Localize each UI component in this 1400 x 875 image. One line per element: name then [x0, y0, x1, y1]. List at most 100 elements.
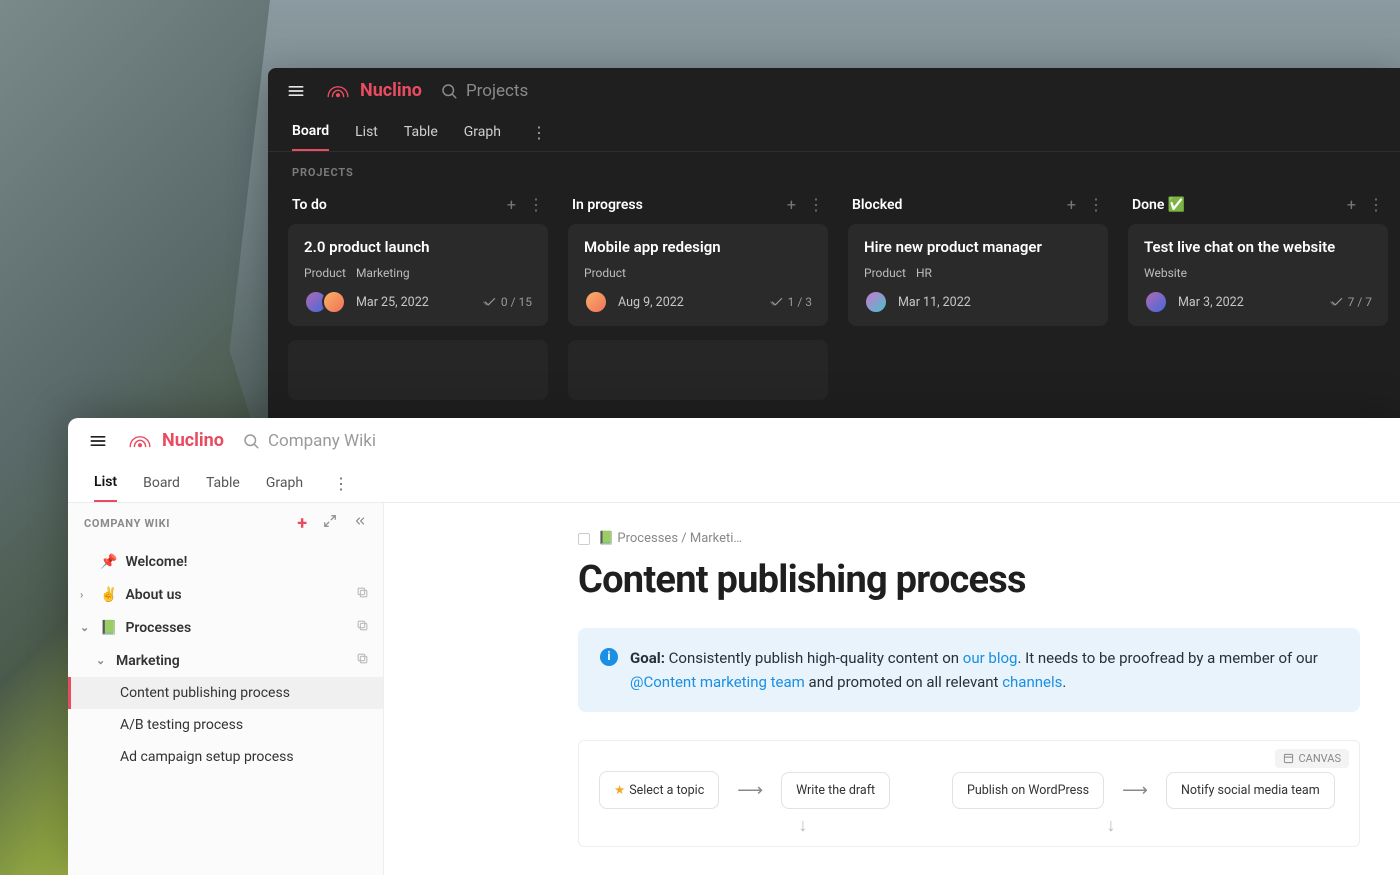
avatar: [584, 290, 608, 314]
card-tag: Product: [584, 266, 626, 280]
menu-icon[interactable]: [286, 81, 306, 101]
column-todo: To do + ⋮ 2.0 product launch Product Mar…: [288, 189, 548, 414]
checkbox-icon[interactable]: [578, 533, 590, 545]
column-more-icon[interactable]: ⋮: [1368, 195, 1384, 214]
brand-logo-nuclino[interactable]: Nuclino: [126, 430, 224, 451]
card-tag: HR: [916, 266, 932, 280]
tab-list[interactable]: List: [94, 464, 117, 502]
flow-diagram: ★Select a topic ⟶ Write the draft ⟶ Publ…: [599, 771, 1339, 809]
callout-text: Goal: Consistently publish high-quality …: [630, 646, 1338, 694]
pin-icon: 📌: [100, 554, 117, 570]
tab-table[interactable]: Table: [206, 465, 240, 501]
card-date: Mar 3, 2022: [1178, 295, 1244, 310]
card[interactable]: Test live chat on the website Website Ma…: [1128, 224, 1388, 326]
flow-node[interactable]: Publish on WordPress: [952, 772, 1104, 809]
link-our-blog[interactable]: our blog: [963, 649, 1018, 667]
view-tabs: Board List Table Graph ⋮: [268, 113, 1400, 152]
tab-board[interactable]: Board: [143, 465, 180, 501]
tree-item-processes[interactable]: ⌄ 📗 Processes: [68, 611, 383, 644]
copy-icon[interactable]: [356, 586, 369, 603]
expand-icon[interactable]: [323, 513, 337, 534]
page-content: 📗 Processes / Marketi… Content publishin…: [384, 503, 1400, 875]
card-title: Mobile app redesign: [584, 238, 812, 256]
card-tag: Product: [304, 266, 346, 280]
flow-node[interactable]: ★Select a topic: [599, 771, 719, 809]
add-card-icon[interactable]: +: [787, 195, 796, 214]
window-companywiki-light: Nuclino Company Wiki List Board Table Gr…: [68, 418, 1400, 875]
card-title: Test live chat on the website: [1144, 238, 1372, 256]
arrow-down-icon: ↓: [1061, 815, 1161, 836]
chevron-down-icon: ⌄: [80, 621, 92, 634]
column-title: Blocked: [852, 197, 902, 213]
card-date: Aug 9, 2022: [618, 295, 684, 310]
avatar: [864, 290, 888, 314]
card-date: Mar 25, 2022: [356, 295, 429, 310]
avatar: [322, 290, 346, 314]
sidebar-label: COMPANY WIKI: [84, 517, 170, 530]
link-channels[interactable]: channels: [1002, 673, 1062, 691]
add-card-icon[interactable]: +: [1347, 195, 1356, 214]
search-input[interactable]: Projects: [440, 81, 528, 101]
emoji-icon: 📗: [100, 620, 117, 636]
section-label: PROJECTS: [268, 152, 1400, 189]
card-avatars: [1144, 290, 1168, 314]
mention-content-team[interactable]: @Content marketing team: [630, 673, 805, 691]
card-checklist: 1 / 3: [770, 295, 812, 309]
add-card-icon[interactable]: +: [1067, 195, 1076, 214]
card[interactable]: Mobile app redesign Product Aug 9, 2022 …: [568, 224, 828, 326]
column-title: In progress: [572, 197, 643, 213]
brand-name: Nuclino: [162, 430, 224, 451]
breadcrumb[interactable]: 📗 Processes / Marketi…: [578, 531, 1360, 546]
search-input[interactable]: Company Wiki: [242, 431, 376, 451]
card-date: Mar 11, 2022: [898, 295, 971, 310]
more-icon[interactable]: ⋮: [329, 474, 353, 493]
card[interactable]: 2.0 product launch Product Marketing Mar…: [288, 224, 548, 326]
canvas-badge: CANVAS: [1275, 749, 1350, 768]
card-avatars: [304, 290, 346, 314]
add-item-icon[interactable]: +: [297, 513, 307, 534]
brand-logo-nuclino[interactable]: Nuclino: [324, 80, 422, 101]
tree-item-content-publishing[interactable]: Content publishing process: [68, 677, 383, 709]
collapse-sidebar-icon[interactable]: [353, 513, 367, 534]
avatar: [1144, 290, 1168, 314]
arrow-right-icon: ⟶: [737, 780, 763, 801]
card[interactable]: Hire new product manager Product HR Mar …: [848, 224, 1108, 326]
column-more-icon[interactable]: ⋮: [1088, 195, 1104, 214]
copy-icon[interactable]: [356, 652, 369, 669]
tab-board[interactable]: Board: [292, 113, 329, 151]
menu-icon[interactable]: [88, 431, 108, 451]
tab-graph[interactable]: Graph: [266, 465, 303, 501]
column-more-icon[interactable]: ⋮: [528, 195, 544, 214]
tab-graph[interactable]: Graph: [464, 114, 501, 150]
tree-item-welcome[interactable]: 📌 Welcome!: [68, 546, 383, 578]
tab-table[interactable]: Table: [404, 114, 438, 150]
card-checklist: 7 / 7: [1330, 295, 1372, 309]
flow-node[interactable]: Notify social media team: [1166, 772, 1335, 809]
flow-node[interactable]: Write the draft: [781, 772, 890, 809]
page-title: Content publishing process: [578, 558, 1360, 602]
card-placeholder[interactable]: [568, 340, 828, 400]
more-icon[interactable]: ⋮: [527, 123, 551, 142]
tab-list[interactable]: List: [355, 114, 378, 150]
sidebar: COMPANY WIKI + 📌 Welcome!: [68, 503, 384, 875]
column-title: Done ✅: [1132, 197, 1185, 213]
card-avatars: [584, 290, 608, 314]
column-title: To do: [292, 197, 327, 213]
card-placeholder[interactable]: [288, 340, 548, 400]
tree-item-about[interactable]: › ✌️ About us: [68, 578, 383, 611]
emoji-icon: ✌️: [100, 587, 117, 603]
column-more-icon[interactable]: ⋮: [808, 195, 824, 214]
sidebar-tree: 📌 Welcome! › ✌️ About us ⌄ 📗 Processes: [68, 542, 383, 793]
add-card-icon[interactable]: +: [507, 195, 516, 214]
window-projects-dark: Nuclino Projects Board List Table Graph …: [268, 68, 1400, 418]
card-title: Hire new product manager: [864, 238, 1092, 256]
tree-item-marketing[interactable]: ⌄ Marketing: [68, 644, 383, 677]
chevron-down-icon: ⌄: [96, 654, 108, 667]
view-tabs: List Board Table Graph ⋮: [68, 464, 1400, 503]
tree-item-ad-campaign[interactable]: Ad campaign setup process: [68, 741, 383, 773]
tree-item-ab-testing[interactable]: A/B testing process: [68, 709, 383, 741]
canvas-embed[interactable]: CANVAS ★Select a topic ⟶ Write the draft…: [578, 740, 1360, 847]
copy-icon[interactable]: [356, 619, 369, 636]
card-tag: Website: [1144, 266, 1187, 280]
search-placeholder: Projects: [466, 81, 528, 101]
